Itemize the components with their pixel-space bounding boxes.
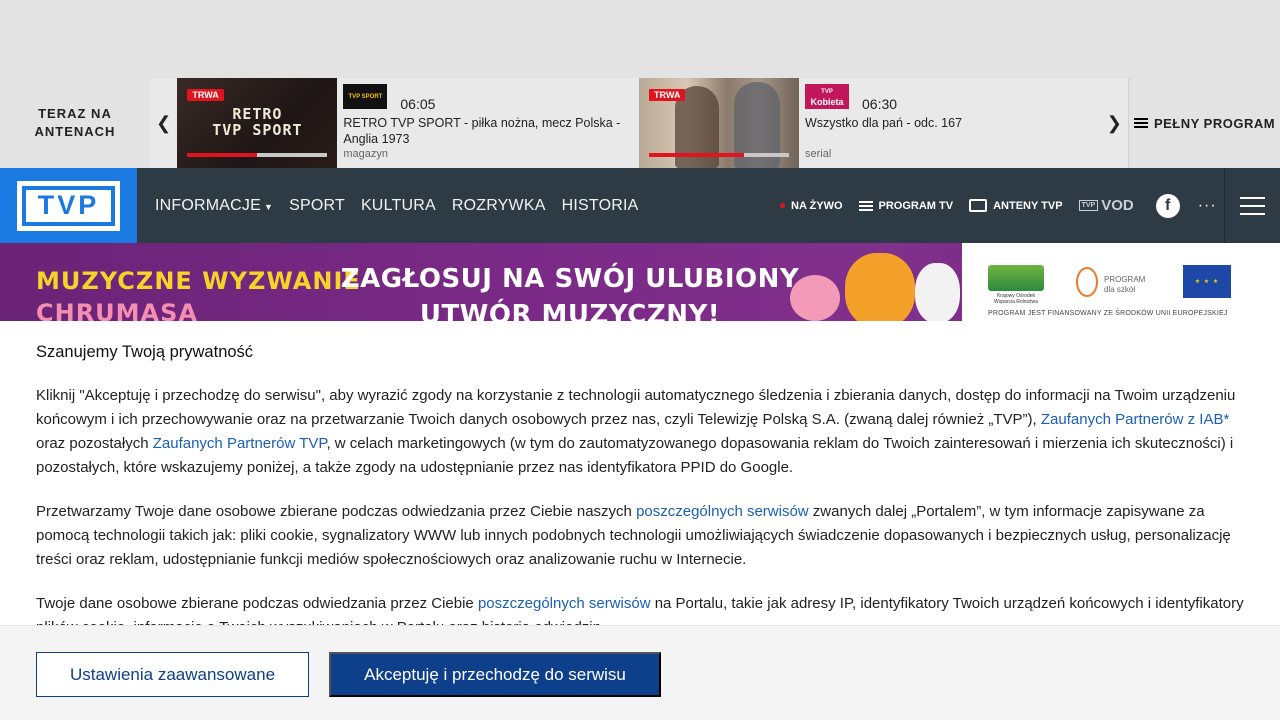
banner-left-text: MUZYCZNE WYZWANIE CHRUMASA bbox=[36, 267, 361, 321]
program-genre: magazyn bbox=[343, 148, 389, 160]
chevron-left-icon: ❮ bbox=[156, 112, 172, 133]
live-badge: TRWA bbox=[649, 89, 686, 101]
on-air-label-line2: ANTENACH bbox=[34, 124, 116, 139]
sponsor-panel: Krajowy Ośrodek Wsparcia Rolnictwa PROGR… bbox=[962, 243, 1280, 321]
banner-mascots bbox=[790, 243, 970, 321]
consent-title: Szanujemy Twoją prywatność bbox=[36, 343, 254, 361]
full-program-button[interactable]: PEŁNY PROGRAM bbox=[1128, 78, 1280, 168]
live-link[interactable]: NA ŻYWO bbox=[780, 200, 843, 212]
caret-down-icon: ▼ bbox=[264, 201, 274, 212]
promo-banner[interactable]: MUZYCZNE WYZWANIE CHRUMASA ZAGŁOSUJ NA S… bbox=[0, 243, 1280, 321]
services-link[interactable]: poszczególnych serwisów bbox=[636, 503, 809, 520]
program-thumbnail[interactable]: TRWA bbox=[639, 78, 799, 168]
progress-bar bbox=[187, 153, 328, 157]
menu-item-kultura[interactable]: KULTURA bbox=[353, 197, 444, 215]
program-title[interactable]: RETRO TVP SPORT - piłka nożna, mecz Pols… bbox=[343, 115, 648, 147]
menu-item-informacje[interactable]: INFORMACJE ▼ bbox=[147, 197, 281, 215]
eu-flag-icon: ★ ★ ★ bbox=[1183, 265, 1231, 298]
progress-bar bbox=[649, 153, 789, 157]
channel-logo: TVP SPORT bbox=[343, 84, 388, 109]
vod-link[interactable]: TVP VOD bbox=[1078, 197, 1134, 214]
consent-paragraph-2: Przetwarzamy Twoje dane osobowe zbierane… bbox=[36, 503, 1231, 568]
kowr-logo bbox=[988, 265, 1044, 291]
consent-paragraph-1: Kliknij "Akceptuję i przechodzę do serwi… bbox=[36, 387, 1236, 476]
advanced-settings-button[interactable]: Ustawienia zaawansowane bbox=[36, 652, 309, 697]
prev-arrow-button[interactable]: ❮ bbox=[150, 78, 177, 168]
menu-item-rozrywka[interactable]: ROZRYWKA bbox=[444, 197, 554, 215]
more-options-icon[interactable]: ··· bbox=[1198, 197, 1217, 215]
on-air-strip: TERAZ NA ANTENACH ❮ TRWA RETRO TVP SPORT… bbox=[0, 78, 1280, 168]
program-time: 06:30 bbox=[862, 96, 898, 112]
program-title[interactable]: Wszystko dla pań - odc. 167 bbox=[805, 115, 1110, 131]
top-ad-area bbox=[0, 0, 1280, 78]
program-card[interactable]: TRWA TVP Kobieta 06:30 Wszystko dla pań … bbox=[639, 78, 1101, 168]
menu-item-sport[interactable]: SPORT bbox=[281, 197, 353, 215]
list-icon bbox=[1133, 118, 1148, 128]
consent-paragraph-3: Twoje dane osobowe zbierane podczas odwi… bbox=[36, 595, 1244, 625]
services-link[interactable]: poszczególnych serwisów bbox=[478, 595, 651, 612]
on-air-label-line1: TERAZ NA bbox=[38, 106, 112, 121]
consent-footer: Ustawienia zaawansowane Akceptuję i prze… bbox=[0, 625, 1280, 720]
program-card[interactable]: TRWA RETRO TVP SPORT TVP SPORT 06:05 RET… bbox=[177, 78, 639, 168]
main-menu: INFORMACJE ▼ SPORT KULTURA ROZRYWKA HISTO… bbox=[147, 197, 646, 215]
tv-icon bbox=[969, 199, 988, 212]
on-air-label: TERAZ NA ANTENACH bbox=[0, 78, 150, 168]
program-genre: serial bbox=[805, 148, 832, 160]
live-badge: TRWA bbox=[187, 89, 224, 101]
program-thumbnail[interactable]: TRWA RETRO TVP SPORT bbox=[177, 78, 338, 168]
menu-item-historia[interactable]: HISTORIA bbox=[554, 197, 647, 215]
hamburger-menu-icon[interactable] bbox=[1224, 168, 1280, 243]
sponsor-footer: PROGRAM JEST FINANSOWANY ZE ŚRODKÓW UNII… bbox=[988, 310, 1228, 317]
channel-logo: TVP Kobieta bbox=[805, 84, 849, 109]
banner-headline: ZAGŁOSUJ NA SWÓJ ULUBIONY UTWÓR MUZYCZNY… bbox=[340, 264, 800, 321]
program-time: 06:05 bbox=[400, 96, 436, 112]
program-dla-szkol-logo bbox=[1076, 267, 1098, 297]
main-navigation: TVP INFORMACJE ▼ SPORT KULTURA ROZRYWKA H… bbox=[0, 168, 1280, 243]
thumbnail-text: RETRO TVP SPORT bbox=[212, 105, 303, 139]
tvp-logo[interactable]: TVP bbox=[0, 168, 137, 243]
consent-body[interactable]: Szanujemy Twoją prywatność Kliknij "Akce… bbox=[0, 321, 1280, 625]
tvp-partners-link[interactable]: Zaufanych Partnerów TVP bbox=[153, 435, 327, 452]
antennas-link[interactable]: ANTENY TVP bbox=[969, 199, 1063, 212]
live-dot-icon bbox=[780, 203, 785, 208]
iab-partners-link[interactable]: Zaufanych Partnerów z IAB* bbox=[1041, 411, 1229, 428]
accept-button[interactable]: Akceptuję i przechodzę do serwisu bbox=[329, 652, 661, 697]
program-tv-link[interactable]: PROGRAM TV bbox=[858, 200, 953, 212]
facebook-icon[interactable]: f bbox=[1155, 193, 1180, 218]
list-icon bbox=[858, 200, 873, 211]
consent-modal: Szanujemy Twoją prywatność Kliknij "Akce… bbox=[0, 321, 1280, 720]
